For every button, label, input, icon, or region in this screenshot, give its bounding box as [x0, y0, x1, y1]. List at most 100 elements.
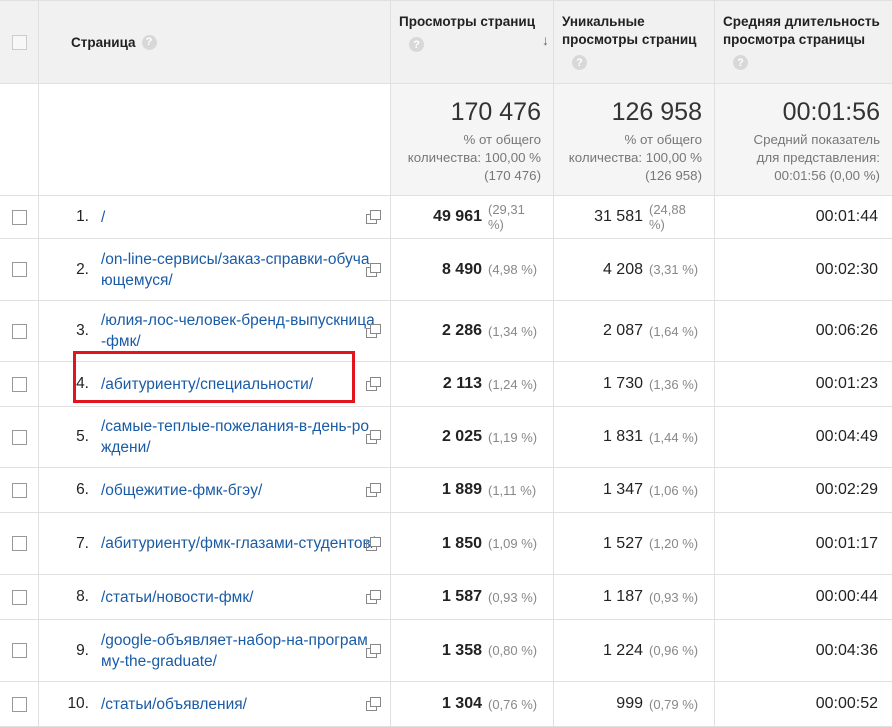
unique-percent: (1,64 %)	[649, 323, 699, 339]
unique-column-label-line2: просмотры страниц	[562, 32, 697, 47]
row-number: 8.	[76, 588, 89, 605]
row-checkbox-cell	[0, 196, 39, 238]
row-checkbox[interactable]	[11, 643, 27, 658]
table-row: 5. /самые-теплые-пожелания-в-день-рождени…	[0, 407, 892, 468]
pageviews-value: 2 286	[441, 322, 482, 339]
page-cell: 6. /общежитие-фмк-бгэу/	[39, 468, 391, 512]
unique-percent: (1,06 %)	[649, 482, 699, 498]
pageviews-value: 2 113	[442, 375, 482, 392]
pageviews-value: 1 358	[441, 641, 482, 659]
page-link[interactable]: /google-объявляет-набор-на-программу-the…	[101, 630, 376, 672]
open-page-icon[interactable]	[366, 483, 381, 497]
duration-cell: 00:06:26	[715, 301, 892, 361]
row-checkbox-cell	[0, 239, 39, 300]
totals-pageviews-sub1: % от общего	[463, 132, 541, 147]
pageviews-column-header[interactable]: Просмотры страниц ↓ ?	[391, 1, 554, 83]
pageviews-value: 1 889	[441, 481, 482, 498]
open-page-icon[interactable]	[366, 262, 381, 277]
row-checkbox[interactable]	[11, 376, 27, 392]
avg-duration-column-header[interactable]: Средняя длительность просмотра страницы …	[715, 1, 892, 83]
open-page-icon[interactable]	[366, 590, 381, 604]
row-checkbox[interactable]	[11, 323, 27, 339]
row-checkbox-cell	[0, 362, 39, 406]
page-link[interactable]: /юлия-лос-человек-бренд-выпускница-фмк/	[101, 310, 376, 352]
row-checkbox[interactable]	[11, 536, 27, 551]
row-number: 2.	[76, 260, 89, 278]
help-icon[interactable]: ?	[572, 55, 587, 70]
page-link[interactable]: /общежитие-фмк-бгэу/	[101, 480, 376, 501]
pageviews-cell: 2 025 (1,19 %)	[391, 407, 554, 467]
help-icon[interactable]: ?	[733, 55, 748, 70]
totals-pageviews-value: 170 476	[450, 98, 541, 126]
duration-cell: 00:00:52	[715, 682, 892, 726]
page-cell: 9. /google-объявляет-набор-на-программу-t…	[39, 620, 391, 681]
pageviews-cell: 1 587 (0,93 %)	[391, 575, 554, 619]
unique-column-label-line1: Уникальные	[562, 14, 645, 29]
totals-duration-sub3: 00:01:56 (0,00 %)	[774, 168, 880, 183]
duration-value: 00:00:44	[815, 588, 878, 605]
totals-duration: 00:01:56 Средний показатель для представ…	[715, 84, 892, 195]
page-column-header[interactable]: Страница ?	[39, 1, 391, 83]
help-icon[interactable]: ?	[409, 37, 424, 52]
page-link[interactable]: /статьи/новости-фмк/	[101, 587, 376, 608]
unique-cell: 4 208 (3,31 %)	[554, 239, 715, 300]
pageviews-cell: 8 490 (4,98 %)	[391, 239, 554, 300]
open-page-icon[interactable]	[366, 377, 381, 391]
row-number: 7.	[76, 534, 89, 552]
totals-unique-sub2: количества: 100,00 %	[568, 150, 702, 165]
totals-pageviews: 170 476 % от общего количества: 100,00 %…	[391, 84, 554, 195]
pageviews-value: 49 961	[433, 208, 482, 225]
select-all-checkbox[interactable]	[11, 34, 27, 50]
duration-column-label-line1: Средняя длительность	[723, 14, 880, 29]
open-page-icon[interactable]	[366, 643, 381, 658]
row-checkbox[interactable]	[11, 589, 27, 605]
page-link[interactable]: /самые-теплые-пожелания-в-день-рождени/	[101, 416, 376, 458]
duration-cell: 00:01:23	[715, 362, 892, 406]
row-checkbox[interactable]	[11, 429, 27, 445]
page-cell: 5. /самые-теплые-пожелания-в-день-рождени…	[39, 407, 391, 467]
unique-percent: (1,44 %)	[649, 429, 699, 445]
page-link[interactable]: /статьи/объявления/	[101, 694, 376, 715]
pageviews-cell: 1 850 (1,09 %)	[391, 513, 554, 574]
unique-percent: (0,93 %)	[649, 589, 699, 605]
row-checkbox[interactable]	[11, 482, 27, 498]
duration-value: 00:04:49	[815, 428, 878, 445]
open-page-icon[interactable]	[366, 210, 381, 224]
row-checkbox[interactable]	[11, 262, 27, 277]
open-page-icon[interactable]	[366, 430, 381, 444]
unique-value: 1 730	[602, 375, 643, 392]
duration-cell: 00:02:30	[715, 239, 892, 300]
duration-value: 00:02:29	[815, 481, 878, 498]
pageviews-percent: (4,98 %)	[488, 262, 538, 277]
totals-empty-cell	[0, 84, 39, 195]
page-cell: 1. /	[39, 196, 391, 238]
unique-percent: (1,20 %)	[649, 536, 699, 551]
unique-value: 1 187	[602, 588, 643, 605]
page-link[interactable]: /	[101, 207, 376, 228]
row-checkbox[interactable]	[11, 209, 27, 225]
open-page-icon[interactable]	[366, 536, 381, 551]
row-number: 3.	[76, 322, 89, 339]
table-row: 2. /on-line-сервисы/заказ-справки-обучающ…	[0, 239, 892, 301]
unique-pageviews-column-header[interactable]: Уникальные просмотры страниц ?	[554, 1, 715, 83]
row-checkbox[interactable]	[11, 696, 27, 712]
pageviews-column-label: Просмотры страниц	[399, 14, 536, 29]
row-checkbox-cell	[0, 620, 39, 681]
pageviews-cell: 1 889 (1,11 %)	[391, 468, 554, 512]
sort-desc-icon[interactable]: ↓	[542, 31, 549, 49]
open-page-icon[interactable]	[366, 324, 381, 338]
page-link[interactable]: /абитуриенту/фмк-глазами-студентов/	[101, 533, 376, 554]
pageviews-cell: 2 286 (1,34 %)	[391, 301, 554, 361]
row-number: 9.	[76, 641, 89, 659]
duration-cell: 00:02:29	[715, 468, 892, 512]
help-icon[interactable]: ?	[141, 34, 157, 50]
unique-percent: (3,31 %)	[649, 262, 699, 277]
page-link[interactable]: /on-line-сервисы/заказ-справки-обучающем…	[101, 249, 376, 291]
page-cell: 8. /статьи/новости-фмк/	[39, 575, 391, 619]
duration-value: 00:01:44	[815, 208, 878, 225]
pageviews-percent: (1,24 %)	[488, 376, 538, 392]
duration-cell: 00:04:49	[715, 407, 892, 467]
totals-row: 170 476 % от общего количества: 100,00 %…	[0, 84, 892, 196]
duration-value: 00:06:26	[815, 322, 878, 339]
open-page-icon[interactable]	[366, 697, 381, 711]
